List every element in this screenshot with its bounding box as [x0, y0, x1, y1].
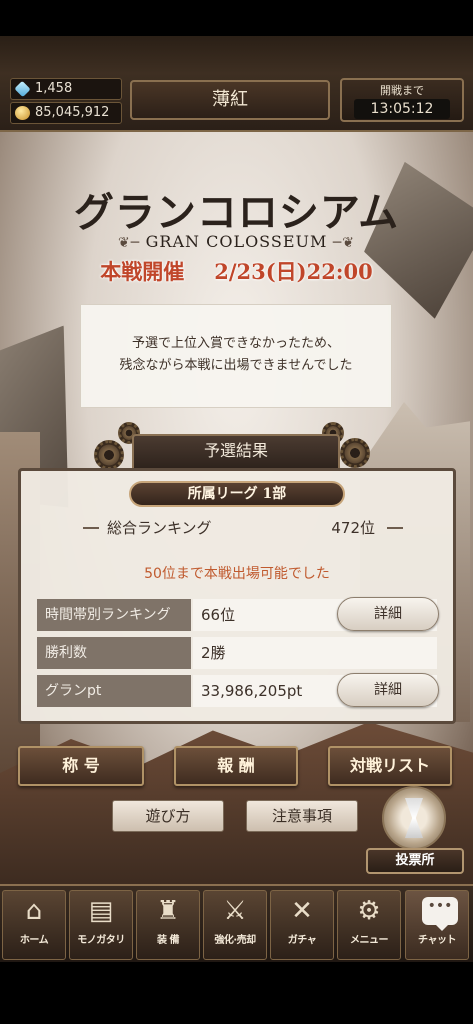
notice-line: 残念ながら本戦に出場できませんでした [119, 358, 353, 373]
event-logo-en: GRAN COLOSSEUM [145, 232, 328, 251]
nav-label: モノガタリ [77, 935, 125, 946]
flourish-left-icon: ❦─ [118, 235, 146, 251]
qualify-note: 50位まで本戦出場可能でした [144, 566, 330, 582]
player-name: 薄紅 [212, 89, 248, 110]
overall-ranking-value: 472位 [331, 519, 375, 537]
vote-booth-label: 投票所 [366, 848, 464, 874]
how-to-play-button[interactable]: 遊び方 [112, 800, 224, 832]
league-badge: 所属リーグ 1部 [129, 481, 345, 507]
gem-icon [14, 80, 31, 98]
nav-label: メニュー [350, 935, 389, 946]
time-ranking-detail-button[interactable]: 詳細 [337, 597, 439, 631]
nav-menu[interactable]: ⚙ メニュー [337, 890, 401, 960]
timer-label: 開戦まで [380, 84, 424, 97]
title-button[interactable]: 称 号 [18, 746, 144, 786]
nav-upgrade[interactable]: ⚔ 強化·売却 [203, 890, 267, 960]
event-logo-jp: グランコロシアム [73, 189, 400, 236]
gem-counter: 1,458 [10, 78, 122, 100]
player-name-plate: 薄紅 [130, 80, 330, 120]
gran-pt-detail-button[interactable]: 詳細 [337, 673, 439, 707]
divider-deco [387, 527, 403, 529]
stat-row-gran-pt: グランpt 33,986,205pt 詳細 [37, 673, 439, 707]
chat-bubble-icon: ••• [422, 897, 458, 931]
hourglass-icon [382, 786, 446, 850]
nav-chat[interactable]: ••• チャット [405, 890, 469, 960]
divider-deco [83, 527, 99, 529]
stat-label: 時間帯別ランキング [37, 599, 191, 631]
system-nav-bar [0, 962, 473, 1024]
main-event-datetime: 2/23(日)22:00 [214, 259, 373, 284]
stat-label: グランpt [37, 675, 191, 707]
nav-home[interactable]: ⌂ ホーム [2, 890, 66, 960]
nav-label: 強化·売却 [214, 935, 256, 946]
results-tab: 予選結果 [132, 434, 340, 468]
armor-icon: ♜ [156, 896, 180, 926]
gold-count: 85,045,912 [35, 105, 110, 120]
gold-counter: 85,045,912 [10, 102, 122, 124]
vote-booth-button[interactable]: 投票所 [362, 782, 468, 884]
gear-icon: ⚙ [357, 896, 381, 926]
nav-story[interactable]: ▤ モノガタリ [69, 890, 133, 960]
book-icon: ▤ [88, 896, 114, 926]
top-frame: 1,458 85,045,912 薄紅 開戦まで 13:05:12 [0, 36, 473, 132]
nav-label: チャット [418, 935, 456, 946]
gear-deco-icon [340, 438, 370, 468]
flourish-right-icon: ─❦ [327, 235, 355, 251]
coin-icon [15, 106, 30, 120]
stat-value: 2勝 [193, 637, 437, 669]
upgrade-icon: ⚔ [223, 896, 247, 926]
caution-button[interactable]: 注意事項 [246, 800, 358, 832]
swords-icon: ✕ [291, 896, 313, 926]
nav-gacha[interactable]: ✕ ガチャ [270, 890, 334, 960]
stat-row-time-ranking: 時間帯別ランキング 66位 詳細 [37, 597, 439, 631]
nav-label: ホーム [19, 935, 49, 946]
reward-button[interactable]: 報 酬 [174, 746, 298, 786]
overall-ranking-label: 総合ランキング [107, 519, 212, 537]
gem-count: 1,458 [35, 81, 73, 96]
event-logo-en-wrap: ❦─ GRAN COLOSSEUM ─❦ [0, 232, 473, 251]
stat-row-wins: 勝利数 2勝 [37, 637, 437, 669]
nav-label: 装 備 [157, 935, 179, 946]
main-event-label: 本戦開催 [100, 259, 185, 284]
nav-label: ガチャ [287, 935, 317, 946]
status-bar [0, 0, 473, 36]
bottom-nav: ⌂ ホーム ▤ モノガタリ ♜ 装 備 ⚔ 強化·売却 ✕ ガチャ ⚙ メニュー… [0, 884, 473, 962]
colosseum-screen: グランコロシアム ❦─ GRAN COLOSSEUM ─❦ 本戦開催 2/23(日… [0, 132, 473, 884]
stat-label: 勝利数 [37, 637, 191, 669]
results-panel: 所属リーグ 1部 総合ランキング 472位 50位まで本戦出場可能でした 時間帯… [18, 468, 456, 724]
battle-timer: 開戦まで 13:05:12 [340, 78, 464, 122]
gear-deco-icon [94, 440, 124, 470]
nav-equipment[interactable]: ♜ 装 備 [136, 890, 200, 960]
match-list-button[interactable]: 対戦リスト [328, 746, 452, 786]
overall-ranking-row: 総合ランキング 472位 [83, 517, 403, 541]
main-event-date: 本戦開催 2/23(日)22:00 [0, 256, 473, 286]
home-icon: ⌂ [25, 896, 43, 926]
elimination-notice: 予選で上位入賞できなかったため、 残念ながら本戦に出場できませんでした [80, 304, 392, 408]
timer-value: 13:05:12 [354, 99, 450, 119]
notice-line: 予選で上位入賞できなかったため、 [131, 336, 340, 351]
